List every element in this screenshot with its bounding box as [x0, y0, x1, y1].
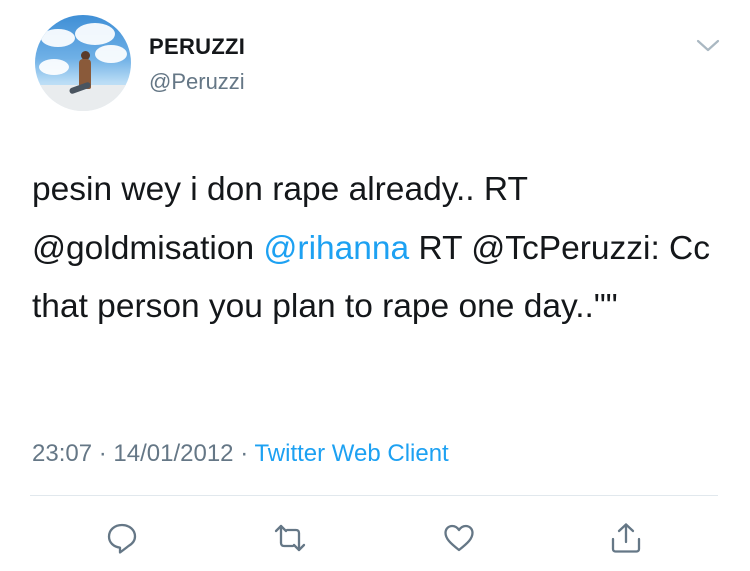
user-handle[interactable]: @Peruzzi — [149, 69, 245, 95]
avatar-cloud — [39, 59, 69, 75]
like-button[interactable] — [439, 518, 479, 558]
share-icon — [611, 523, 641, 553]
tweet-meta: 23:07 · 14/01/2012 · Twitter Web Client — [32, 440, 449, 468]
share-button[interactable] — [606, 518, 646, 558]
meta-separator: · — [240, 440, 249, 467]
chevron-down-icon[interactable] — [694, 34, 722, 56]
avatar-cloud — [41, 29, 75, 47]
tweet-date[interactable]: 14/01/2012 — [113, 440, 233, 467]
divider — [30, 495, 718, 496]
tweet-text: pesin wey i don rape already.. RT @goldm… — [32, 161, 722, 337]
meta-separator: · — [98, 440, 107, 467]
avatar[interactable] — [35, 15, 131, 111]
reply-button[interactable] — [102, 518, 142, 558]
tweet-time[interactable]: 23:07 — [32, 440, 92, 467]
retweet-button[interactable] — [270, 518, 310, 558]
display-name[interactable]: PERUZZI — [149, 34, 245, 60]
retweet-icon — [274, 524, 306, 552]
comment-icon — [107, 523, 137, 554]
avatar-cloud — [95, 45, 127, 63]
heart-icon — [444, 524, 474, 552]
tweet-source-link[interactable]: Twitter Web Client — [254, 440, 448, 467]
mention-link[interactable]: @rihanna — [263, 230, 409, 267]
avatar-cloud — [75, 23, 115, 45]
